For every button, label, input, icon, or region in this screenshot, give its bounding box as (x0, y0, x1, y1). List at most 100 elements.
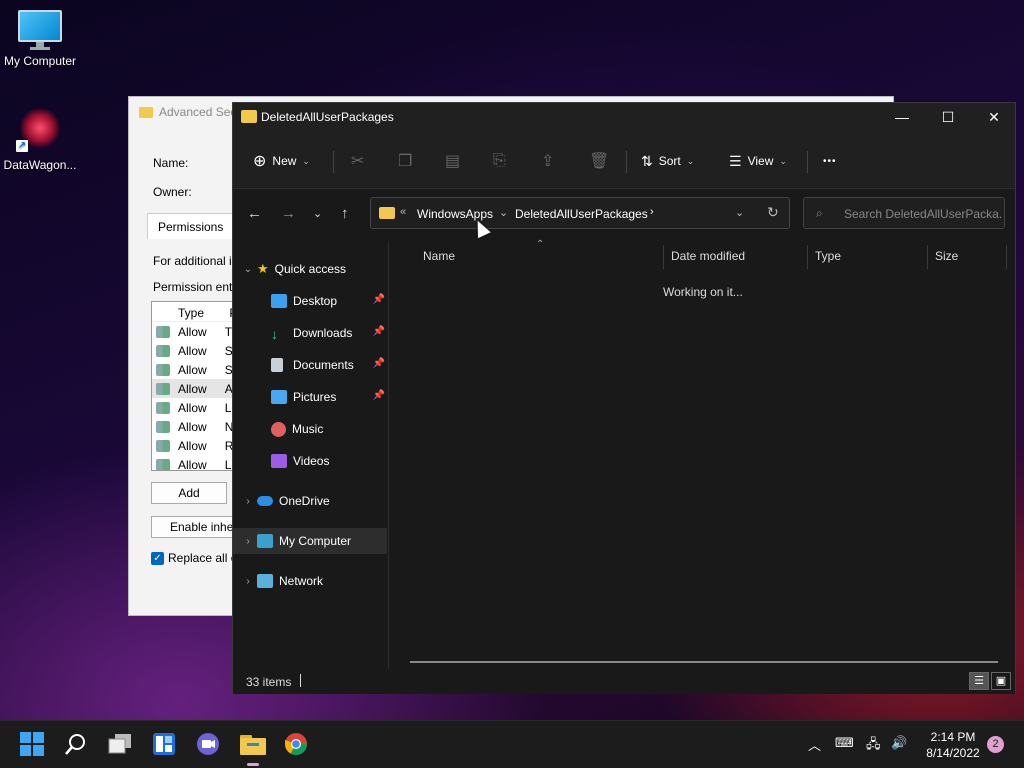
widgets-button[interactable] (151, 731, 179, 759)
share-button[interactable]: ⇪ (541, 149, 554, 173)
view-button[interactable]: ☰ View ⌄ (729, 149, 787, 173)
download-arrow-icon: ↓ (271, 326, 278, 342)
breadcrumb-deletedalluserpackages[interactable]: DeletedAllUserPackages (515, 207, 648, 221)
table-row[interactable]: Allow S (152, 360, 240, 379)
sidebar-item-desktop[interactable]: Desktop 📌 (233, 288, 389, 314)
sidebar-item-my-computer[interactable]: › My Computer (233, 528, 387, 554)
minimize-button[interactable]: — (879, 103, 925, 133)
plus-circle-icon: ⊕ (253, 153, 267, 170)
maximize-button[interactable]: ☐ (925, 103, 971, 133)
more-options-button[interactable]: ••• (823, 149, 837, 173)
sidebar-item-music[interactable]: Music (233, 416, 389, 442)
search-button[interactable] (63, 731, 91, 759)
desktop-icon-datawagon[interactable]: ↗ DataWagon... (0, 106, 80, 172)
clock[interactable]: 2:14 PM 8/14/2022 (918, 729, 988, 761)
cut-button[interactable]: ✂ (351, 149, 364, 173)
file-list[interactable]: ⌃ Name Date modified Type Size Working o… (390, 239, 1017, 669)
chevron-up-icon: ︿ (808, 738, 822, 753)
name-label: Name: (153, 156, 189, 170)
details-view-icon: ☰ (974, 675, 984, 687)
rename-button[interactable]: ⎘ (493, 149, 506, 173)
chevron-right-icon[interactable]: › (239, 496, 257, 507)
back-button[interactable]: ← (247, 205, 262, 222)
column-header-name[interactable]: Name (423, 249, 455, 273)
volume-button[interactable]: 🔊 (891, 735, 907, 751)
table-row[interactable]: Allow N (152, 417, 240, 436)
chevron-down-icon[interactable]: ⌄ (499, 206, 508, 219)
start-button[interactable] (19, 731, 47, 759)
delete-button[interactable]: 🗑 (589, 149, 609, 173)
sidebar-item-downloads[interactable]: ↓ Downloads 📌 (233, 320, 389, 346)
chevron-down-icon: ⌄ (779, 155, 787, 166)
forward-button[interactable]: → (281, 205, 296, 222)
address-row: ← → ⌄ ↑ « WindowsApps ⌄ DeletedAllUserPa… (233, 189, 1015, 241)
chat-button[interactable] (195, 731, 223, 759)
enable-inheritance-button[interactable]: Enable inhe (151, 516, 235, 538)
arrow-left-icon: ← (247, 205, 262, 222)
large-icons-view-button[interactable]: ▣ (991, 672, 1011, 690)
table-row[interactable]: Allow L (152, 455, 240, 470)
pin-icon[interactable]: 📌 (373, 326, 385, 337)
cloud-icon (257, 496, 273, 506)
recent-locations-button[interactable]: ⌄ (313, 207, 322, 220)
search-input[interactable]: Search DeletedAllUserPacka... (844, 207, 1002, 221)
network-button[interactable]: 🖧 (866, 735, 881, 757)
users-icon (156, 363, 170, 376)
chevron-right-icon[interactable]: › (239, 576, 257, 587)
chevron-down-icon[interactable]: ⌄ (239, 264, 257, 275)
notification-badge[interactable]: 2 (987, 736, 1004, 753)
list-header[interactable]: Type P (152, 302, 240, 322)
details-view-button[interactable]: ☰ (969, 672, 989, 690)
file-explorer-taskbar-button[interactable] (239, 731, 267, 766)
chevron-right-icon[interactable]: › (650, 206, 654, 218)
column-header-type[interactable]: Type (815, 249, 841, 273)
sidebar-item-network[interactable]: › Network (233, 568, 389, 594)
table-row[interactable]: Allow A (152, 379, 240, 398)
copy-button[interactable]: ❐ (398, 149, 412, 173)
chevron-right-icon[interactable]: › (239, 536, 257, 547)
replace-permissions-checkbox[interactable]: ✓ Replace all c (151, 551, 237, 565)
up-button[interactable]: ↑ (341, 205, 349, 222)
horizontal-scrollbar[interactable] (410, 661, 998, 663)
sidebar-item-pictures[interactable]: Pictures 📌 (233, 384, 389, 410)
title-bar[interactable]: DeletedAllUserPackages — ☐ ✕ (233, 103, 1015, 133)
refresh-icon[interactable]: ↻ (767, 204, 779, 221)
column-header-size[interactable]: Size (935, 249, 958, 273)
sort-button[interactable]: ⇅ Sort ⌄ (641, 149, 694, 173)
desktop-icon-my-computer[interactable]: My Computer (0, 10, 80, 68)
sidebar-item-quick-access[interactable]: ⌄ ★ Quick access (233, 256, 389, 282)
folder-icon (139, 106, 153, 118)
task-view-button[interactable] (107, 731, 135, 759)
folder-icon (241, 110, 257, 123)
show-hidden-icons-button[interactable]: ︿ (808, 735, 821, 754)
video-icon (271, 454, 287, 468)
column-header-date-modified[interactable]: Date modified (671, 249, 745, 273)
new-button[interactable]: ⊕ New ⌄ (253, 149, 310, 173)
sidebar-item-documents[interactable]: Documents 📌 (233, 352, 389, 378)
overflow-chevron-icon[interactable]: « (400, 206, 406, 218)
sidebar-item-onedrive[interactable]: › OneDrive (233, 488, 389, 514)
music-note-icon (271, 421, 286, 437)
permission-entries-list[interactable]: Type P AllowT AllowS AllowS AllowA Allow… (151, 301, 241, 471)
clock-time: 2:14 PM (930, 730, 976, 744)
table-row[interactable]: Allow S (152, 341, 240, 360)
address-history-icon[interactable]: ⌄ (735, 206, 744, 219)
sidebar-item-videos[interactable]: Videos (233, 448, 389, 474)
tab-permissions[interactable]: Permissions (147, 213, 237, 239)
keyboard-button[interactable]: ⌨ (835, 735, 854, 751)
address-bar[interactable]: « WindowsApps ⌄ DeletedAllUserPackages ›… (370, 197, 790, 229)
pin-icon[interactable]: 📌 (373, 358, 385, 369)
chevron-down-icon: ⌄ (686, 155, 695, 166)
users-icon (156, 458, 170, 470)
pin-icon[interactable]: 📌 (373, 294, 385, 305)
table-row[interactable]: Allow T (152, 322, 240, 341)
table-row[interactable]: Allow L (152, 398, 240, 417)
add-button[interactable]: Add (151, 482, 227, 504)
chrome-taskbar-button[interactable] (283, 731, 311, 759)
close-button[interactable]: ✕ (971, 103, 1017, 133)
pin-icon[interactable]: 📌 (373, 390, 385, 401)
table-row[interactable]: Allow R (152, 436, 240, 455)
file-explorer-window[interactable]: DeletedAllUserPackages — ☐ ✕ ⊕ New ⌄ ✂ ❐… (232, 102, 1017, 694)
paste-button[interactable]: ▤ (445, 149, 460, 173)
search-box[interactable]: ⌕ Search DeletedAllUserPacka... (803, 197, 1005, 229)
